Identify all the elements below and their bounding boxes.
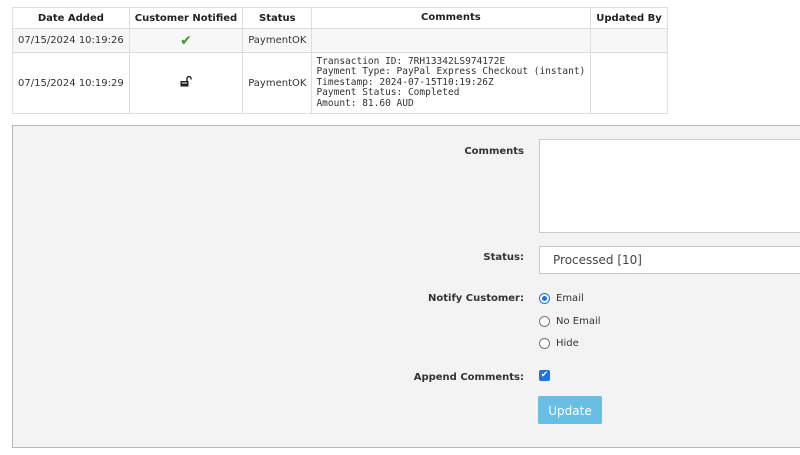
- updated-by-cell: [590, 28, 668, 53]
- notify-option-label: Hide: [556, 338, 579, 349]
- append-comments-label: Append Comments:: [413, 372, 524, 383]
- status-update-form: Comments Status: Processed [10] Notify C…: [12, 125, 800, 448]
- radio-email[interactable]: [539, 293, 550, 304]
- table-row: 07/15/2024 10:19:26 ✔ PaymentOK: [12, 28, 668, 53]
- status-cell: PaymentOK: [242, 52, 313, 114]
- radio-no-email[interactable]: [539, 316, 550, 327]
- unlocked-icon: [180, 75, 192, 90]
- update-button[interactable]: Update: [538, 396, 602, 424]
- date-added-cell: 07/15/2024 10:19:29: [12, 52, 130, 114]
- notify-option-hide[interactable]: Hide: [539, 338, 579, 349]
- updated-by-cell: [590, 52, 668, 114]
- notify-option-email[interactable]: Email: [539, 293, 584, 304]
- table-row: 07/15/2024 10:19:29 PaymentOK Transactio…: [12, 52, 668, 114]
- comments-cell: Transaction ID: 7RH13342LS974172E Paymen…: [311, 52, 592, 114]
- notify-option-label: No Email: [556, 316, 601, 327]
- append-comments-checkbox[interactable]: ✔: [539, 370, 550, 381]
- notify-customer-label: Notify Customer:: [428, 293, 524, 304]
- status-label: Status:: [483, 252, 524, 263]
- order-history-table: Date Added Customer Notified Status Comm…: [12, 7, 668, 114]
- status-select[interactable]: Processed [10]: [539, 246, 800, 274]
- notify-option-no-email[interactable]: No Email: [539, 316, 601, 327]
- date-added-cell: 07/15/2024 10:19:26: [12, 28, 130, 53]
- header-status: Status: [242, 7, 313, 29]
- header-customer-notified: Customer Notified: [128, 7, 244, 29]
- comment-line: Amount: 81.60 AUD: [316, 97, 414, 109]
- comments-cell: [311, 28, 592, 53]
- status-select-value: Processed [10]: [553, 253, 642, 267]
- header-updated-by: Updated By: [590, 7, 668, 29]
- check-icon: ✔: [180, 32, 192, 49]
- radio-hide[interactable]: [539, 338, 550, 349]
- comments-label: Comments: [464, 146, 524, 157]
- header-comments: Comments: [311, 7, 592, 29]
- customer-notified-cell: ✔: [128, 28, 244, 53]
- header-date-added: Date Added: [12, 7, 130, 29]
- table-header-row: Date Added Customer Notified Status Comm…: [12, 7, 668, 29]
- comments-textarea[interactable]: [539, 139, 800, 233]
- status-cell: PaymentOK: [242, 28, 313, 53]
- notify-option-label: Email: [556, 293, 584, 304]
- customer-notified-cell: [128, 52, 244, 114]
